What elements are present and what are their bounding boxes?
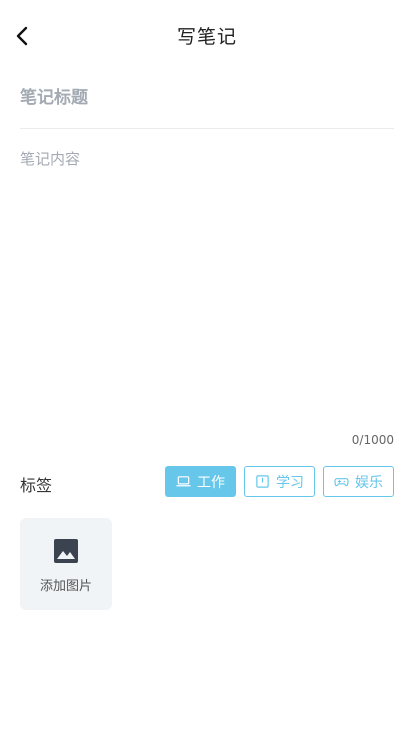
tags-label: 标签 [20,476,53,495]
book-icon [256,475,269,488]
note-title-input[interactable] [20,80,394,116]
tags-row: 标签 工作 学习 娱乐 [20,466,394,498]
divider [20,128,394,129]
note-content-input[interactable] [20,148,394,418]
tag-fun-button[interactable]: 娱乐 [323,466,394,497]
tag-study-label: 学习 [276,474,304,491]
tag-group: 工作 学习 娱乐 [165,466,394,497]
header: 写笔记 [0,0,414,72]
tag-work-label: 工作 [197,474,225,491]
laptop-icon [176,476,191,487]
add-image-button[interactable]: 添加图片 [20,518,112,610]
tag-work-button[interactable]: 工作 [165,466,236,497]
page-title: 写笔记 [176,26,237,48]
add-image-label: 添加图片 [39,579,92,594]
tag-study-button[interactable]: 学习 [244,466,315,497]
tag-fun-label: 娱乐 [355,474,383,491]
gamepad-icon [334,478,349,487]
image-icon [54,539,78,563]
character-counter: 0/1000 [351,433,394,447]
